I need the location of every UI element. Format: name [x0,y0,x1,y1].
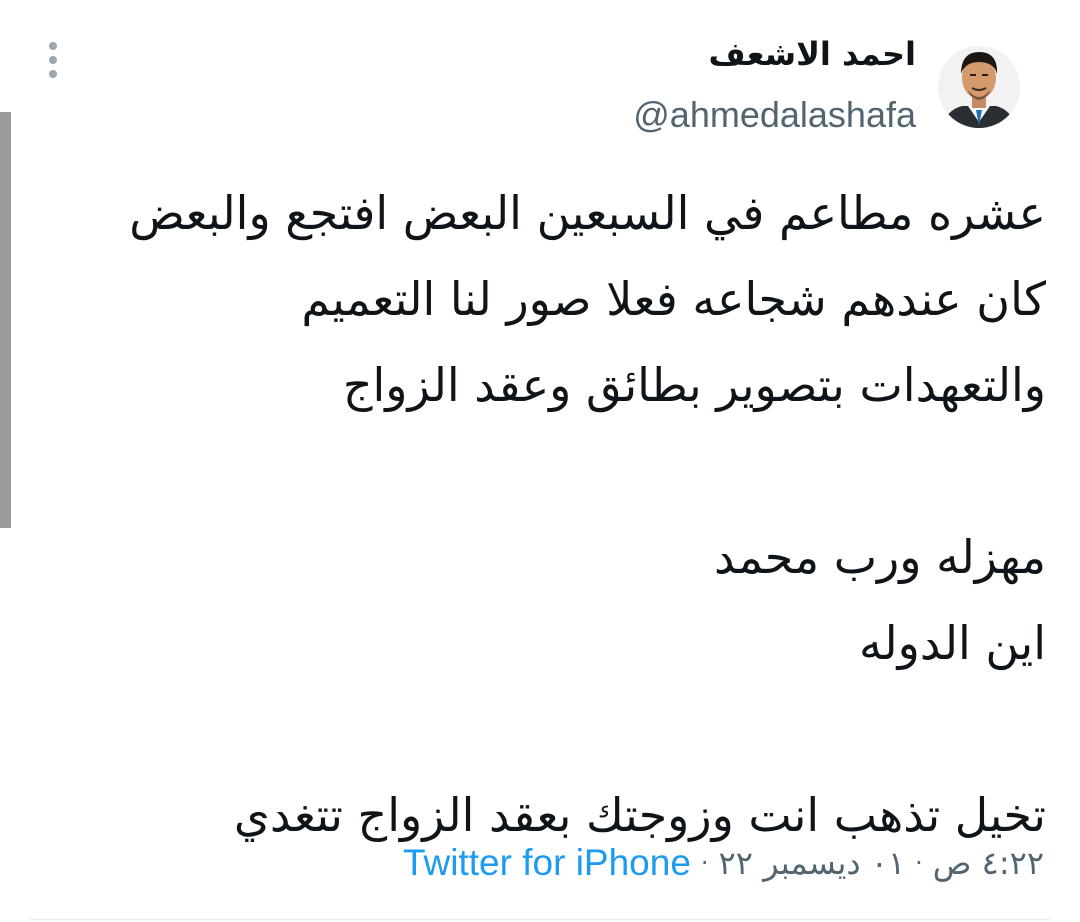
user-handle[interactable]: @ahmedalashafa [633,94,916,136]
tweet-source-link[interactable]: Twitter for iPhone [403,842,691,884]
user-names: احمد الاشعف @ahmedalashafa [633,18,916,136]
more-options-button[interactable] [36,40,70,80]
tweet-meta: ٤:٢٢ ص · ٠١ ديسمبر ٢٢ · Twitter for iPho… [403,838,1044,888]
divider [30,919,1050,920]
tweet-line: اين الدوله [858,616,1046,670]
more-dot-icon [49,70,57,78]
tweet-header: احمد الاشعف @ahmedalashafa [633,18,1020,156]
more-dot-icon [49,42,57,50]
avatar[interactable] [938,18,1020,156]
scrollbar[interactable] [0,112,11,528]
tweet-line: كان عندهم شجاعه فعلا صور لنا التعميم [301,272,1046,326]
meta-separator: · [915,849,923,877]
meta-separator: · [700,849,709,877]
tweet-line: مهزله ورب محمد [714,530,1046,584]
tweet-time[interactable]: ٤:٢٢ ص [933,844,1044,882]
display-name[interactable]: احمد الاشعف [708,34,916,74]
tweet-date[interactable]: ٠١ ديسمبر ٢٢ [719,844,906,882]
tweet-text: عشره مطاعم في السبعين البعض افتجع والبعض… [26,170,1046,858]
tweet-line: عشره مطاعم في السبعين البعض افتجع والبعض [129,186,1046,240]
tweet-line: والتعهدات بتصوير بطائق وعقد الزواج [342,358,1046,412]
more-dot-icon [49,56,57,64]
